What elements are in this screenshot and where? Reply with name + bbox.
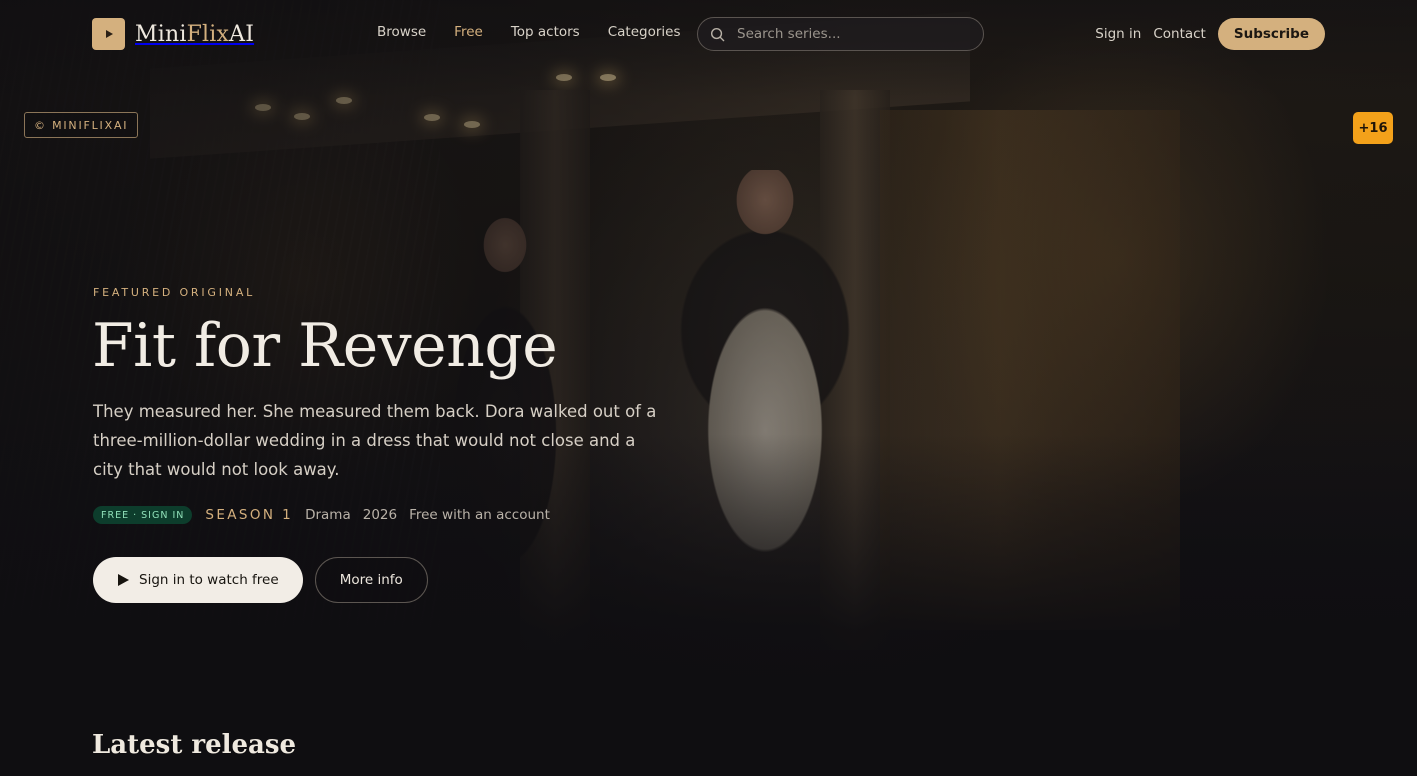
- more-info-button[interactable]: More info: [314, 557, 428, 603]
- sign-in-link[interactable]: Sign in: [1095, 26, 1141, 42]
- play-icon: [118, 574, 129, 586]
- hero-meta: FREE · SIGN IN SEASON 1 Drama 2026 Free …: [93, 505, 550, 525]
- watermark-badge: © MINIFLIXAI: [24, 112, 139, 138]
- brand-name-part: Mini: [135, 21, 187, 47]
- availability-label: Free with an account: [409, 507, 550, 523]
- play-icon: [105, 30, 113, 38]
- free-badge: FREE · SIGN IN: [93, 506, 193, 524]
- logo[interactable]: MiniFlixAI: [92, 18, 254, 50]
- nav-free[interactable]: Free: [454, 24, 483, 44]
- contact-link[interactable]: Contact: [1153, 26, 1206, 42]
- site-header: MiniFlixAI Browse Free Top actors Catego…: [0, 0, 1417, 68]
- search-input[interactable]: [737, 26, 967, 42]
- brand-name: MiniFlixAI: [135, 22, 254, 47]
- subscribe-button[interactable]: Subscribe: [1217, 18, 1325, 50]
- hero-eyebrow: FEATURED ORIGINAL: [93, 286, 256, 299]
- nav-browse[interactable]: Browse: [377, 24, 426, 44]
- season-label: SEASON 1: [205, 507, 294, 523]
- genre-label: Drama: [305, 507, 351, 523]
- latest-release-heading: Latest release: [92, 730, 297, 760]
- main-nav: Browse Free Top actors Categories: [377, 24, 681, 44]
- watch-free-button[interactable]: Sign in to watch free: [93, 557, 303, 603]
- hero-title: Fit for Revenge: [92, 311, 558, 381]
- hero-actions: Sign in to watch free More info: [93, 557, 428, 603]
- logo-mark: [92, 18, 125, 50]
- watch-free-label: Sign in to watch free: [139, 572, 279, 588]
- age-rating-badge: +16: [1353, 112, 1393, 144]
- nav-top-actors[interactable]: Top actors: [511, 24, 580, 44]
- brand-name-accent: Flix: [186, 21, 230, 47]
- hero-synopsis: They measured her. She measured them bac…: [93, 402, 657, 479]
- brand-name-part: AI: [229, 21, 255, 47]
- search-icon: [710, 27, 725, 41]
- nav-categories[interactable]: Categories: [608, 24, 681, 44]
- header-actions: Sign in Contact Subscribe: [1095, 18, 1325, 50]
- search-bar[interactable]: [697, 17, 984, 51]
- year-label: 2026: [362, 507, 398, 523]
